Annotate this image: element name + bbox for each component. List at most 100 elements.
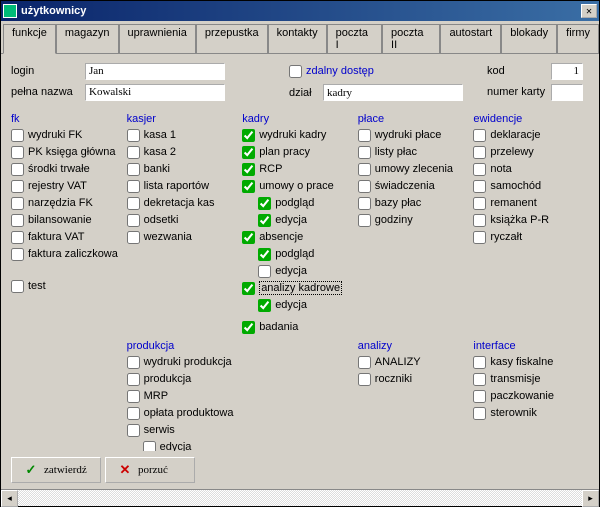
tab-przepustka[interactable]: przepustka	[196, 24, 268, 53]
checkbox-kadry-6[interactable]: absencje	[242, 229, 358, 245]
tab-blokady[interactable]: blokady	[501, 24, 557, 53]
checkbox-fk-3[interactable]: rejestry VAT	[11, 178, 127, 194]
tab-poczta-I[interactable]: poczta I	[327, 24, 382, 53]
checkbox-place-4[interactable]: bazy płac	[358, 195, 474, 211]
checkbox-produkcja-0[interactable]: wydruki produkcja	[127, 354, 243, 370]
tab-autostart[interactable]: autostart	[440, 24, 501, 53]
checkbox-kadry-0[interactable]: wydruki kadry	[242, 127, 358, 143]
scroll-track[interactable]	[18, 490, 582, 506]
checkbox-kadry-2[interactable]: RCP	[242, 161, 358, 177]
checkbox-fk-0[interactable]: wydruki FK	[11, 127, 127, 143]
checkbox-label: wydruki płace	[375, 129, 442, 141]
checkbox-fk-5[interactable]: bilansowanie	[11, 212, 127, 228]
horizontal-scrollbar[interactable]: ◂ ▸	[1, 489, 599, 506]
checkbox-kasjer-1[interactable]: kasa 2	[127, 144, 243, 160]
checkbox-ewidencje-0[interactable]: deklaracje	[473, 127, 589, 143]
confirm-label: zatwierdź	[44, 464, 87, 476]
section-analizy: analizy ANALIZY roczniki	[358, 338, 474, 451]
tab-poczta-II[interactable]: poczta II	[382, 24, 440, 53]
checkbox-produkcja-4[interactable]: serwis	[127, 422, 243, 438]
button-bar: ✓ zatwierdź ✕ porzuć	[1, 451, 599, 489]
checkbox-kasjer-5[interactable]: odsetki	[127, 212, 243, 228]
checkbox-interface-1[interactable]: transmisje	[473, 371, 589, 387]
checkbox-interface-2[interactable]: paczkowanie	[473, 388, 589, 404]
checkbox-fk-2[interactable]: środki trwałe	[11, 161, 127, 177]
checkbox-kasjer-4[interactable]: dekretacja kas	[127, 195, 243, 211]
checkbox-fk-7[interactable]: faktura zaliczkowa	[11, 246, 127, 262]
checkbox-kadry-1[interactable]: plan pracy	[242, 144, 358, 160]
checkbox-place-5[interactable]: godziny	[358, 212, 474, 228]
checkbox-fk-extra-0[interactable]: test	[11, 278, 127, 294]
checkbox-kadry-10[interactable]: edycja	[258, 297, 358, 313]
checkbox-produkcja-2[interactable]: MRP	[127, 388, 243, 404]
checkbox-label: edycja	[160, 441, 192, 451]
checkbox-label: RCP	[259, 163, 282, 175]
card-input[interactable]	[551, 84, 583, 101]
checkbox-produkcja-3[interactable]: opłata produktowa	[127, 405, 243, 421]
checkbox-kadry-4[interactable]: podgląd	[258, 195, 358, 211]
checkbox-fk-4[interactable]: narzędzia FK	[11, 195, 127, 211]
checkbox-label: banki	[144, 163, 170, 175]
login-input[interactable]	[85, 63, 225, 80]
checkbox-kasjer-3[interactable]: lista raportów	[127, 178, 243, 194]
checkbox-kasjer-0[interactable]: kasa 1	[127, 127, 243, 143]
checkbox-kadry-5[interactable]: edycja	[258, 212, 358, 228]
cancel-button[interactable]: ✕ porzuć	[105, 457, 195, 483]
checkbox-ewidencje-2[interactable]: nota	[473, 161, 589, 177]
checkbox-ewidencje-1[interactable]: przelewy	[473, 144, 589, 160]
checkbox-analizy-1[interactable]: roczniki	[358, 371, 474, 387]
checkbox-kadry-11[interactable]: badania	[242, 319, 358, 335]
checkbox-label: książka P-R	[490, 214, 549, 226]
section-kasjer: kasjerkasa 1kasa 2bankilista raportówdek…	[127, 111, 243, 336]
code-label: kod	[487, 65, 547, 77]
checkbox-ewidencje-3[interactable]: samochód	[473, 178, 589, 194]
checkbox-label: bilansowanie	[28, 214, 92, 226]
checkbox-label: ryczałt	[490, 231, 522, 243]
tab-kontakty[interactable]: kontakty	[268, 24, 327, 53]
close-button[interactable]: ✕	[581, 4, 597, 18]
checkbox-label: rejestry VAT	[28, 180, 87, 192]
checkbox-interface-3[interactable]: sterownik	[473, 405, 589, 421]
code-input[interactable]	[551, 63, 583, 80]
checkbox-produkcja-1[interactable]: produkcja	[127, 371, 243, 387]
dept-input[interactable]	[323, 84, 463, 101]
checkbox-label: edycja	[275, 299, 307, 311]
checkbox-place-3[interactable]: świadczenia	[358, 178, 474, 194]
checkbox-fk-1[interactable]: PK księga główna	[11, 144, 127, 160]
section-header-interface: interface	[473, 340, 589, 352]
tab-funkcje[interactable]: funkcje	[3, 24, 56, 54]
checkbox-place-1[interactable]: listy płac	[358, 144, 474, 160]
checkbox-label: opłata produktowa	[144, 407, 234, 419]
checkbox-label: ANALIZY	[375, 356, 421, 368]
remote-access-label: zdalny dostęp	[306, 65, 374, 77]
checkbox-label: faktura zaliczkowa	[28, 248, 118, 260]
checkbox-kadry-3[interactable]: umowy o prace	[242, 178, 358, 194]
checkbox-kadry-9[interactable]: analizy kadrowe	[242, 280, 358, 296]
scroll-right-button[interactable]: ▸	[582, 490, 599, 507]
checkbox-kasjer-6[interactable]: wezwania	[127, 229, 243, 245]
checkbox-interface-0[interactable]: kasy fiskalne	[473, 354, 589, 370]
scroll-left-button[interactable]: ◂	[1, 490, 18, 507]
checkbox-ewidencje-6[interactable]: ryczałt	[473, 229, 589, 245]
checkbox-ewidencje-5[interactable]: książka P-R	[473, 212, 589, 228]
checkbox-fk-6[interactable]: faktura VAT	[11, 229, 127, 245]
tab-magazyn[interactable]: magazyn	[56, 24, 119, 53]
confirm-button[interactable]: ✓ zatwierdź	[11, 457, 101, 483]
card-label: numer karty	[487, 86, 547, 98]
checkbox-ewidencje-4[interactable]: remanent	[473, 195, 589, 211]
fullname-input[interactable]	[85, 84, 225, 101]
checkbox-kadry-7[interactable]: podgląd	[258, 246, 358, 262]
checkbox-place-0[interactable]: wydruki płace	[358, 127, 474, 143]
checkbox-place-2[interactable]: umowy zlecenia	[358, 161, 474, 177]
tab-firmy[interactable]: firmy	[557, 24, 599, 53]
checkbox-kasjer-2[interactable]: banki	[127, 161, 243, 177]
tab-uprawnienia[interactable]: uprawnienia	[119, 24, 196, 53]
cross-icon: ✕	[118, 463, 132, 477]
checkbox-produkcja-5[interactable]: edycja	[143, 439, 243, 451]
checkbox-label: przelewy	[490, 146, 533, 158]
section-header-analizy: analizy	[358, 340, 474, 352]
section-header-ewidencje: ewidencje	[473, 113, 589, 125]
remote-access-checkbox[interactable]: zdalny dostęp	[289, 63, 374, 79]
checkbox-analizy-0[interactable]: ANALIZY	[358, 354, 474, 370]
checkbox-kadry-8[interactable]: edycja	[258, 263, 358, 279]
